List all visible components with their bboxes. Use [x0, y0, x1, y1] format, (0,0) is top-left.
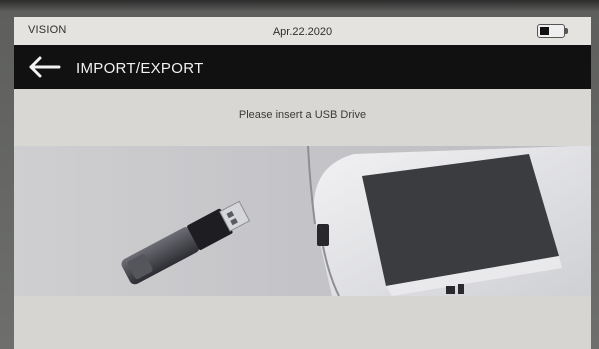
back-button[interactable]	[28, 53, 64, 81]
bottom-panel	[14, 296, 591, 349]
status-bar: VISION Apr.22.2020	[14, 17, 591, 45]
title-bar: IMPORT/EXPORT	[14, 45, 591, 89]
arrow-left-icon	[29, 56, 61, 78]
main-content: Please insert a USB Drive	[14, 89, 591, 349]
page-title: IMPORT/EXPORT	[76, 60, 204, 77]
battery-icon	[537, 24, 568, 38]
device-screen: VISION Apr.22.2020 IMPORT/EXPORT Please …	[14, 17, 591, 349]
usb-drive-insertion-illustration	[14, 146, 591, 296]
usb-prompt: Please insert a USB Drive	[238, 109, 367, 121]
status-date: Apr.22.2020	[272, 26, 333, 38]
